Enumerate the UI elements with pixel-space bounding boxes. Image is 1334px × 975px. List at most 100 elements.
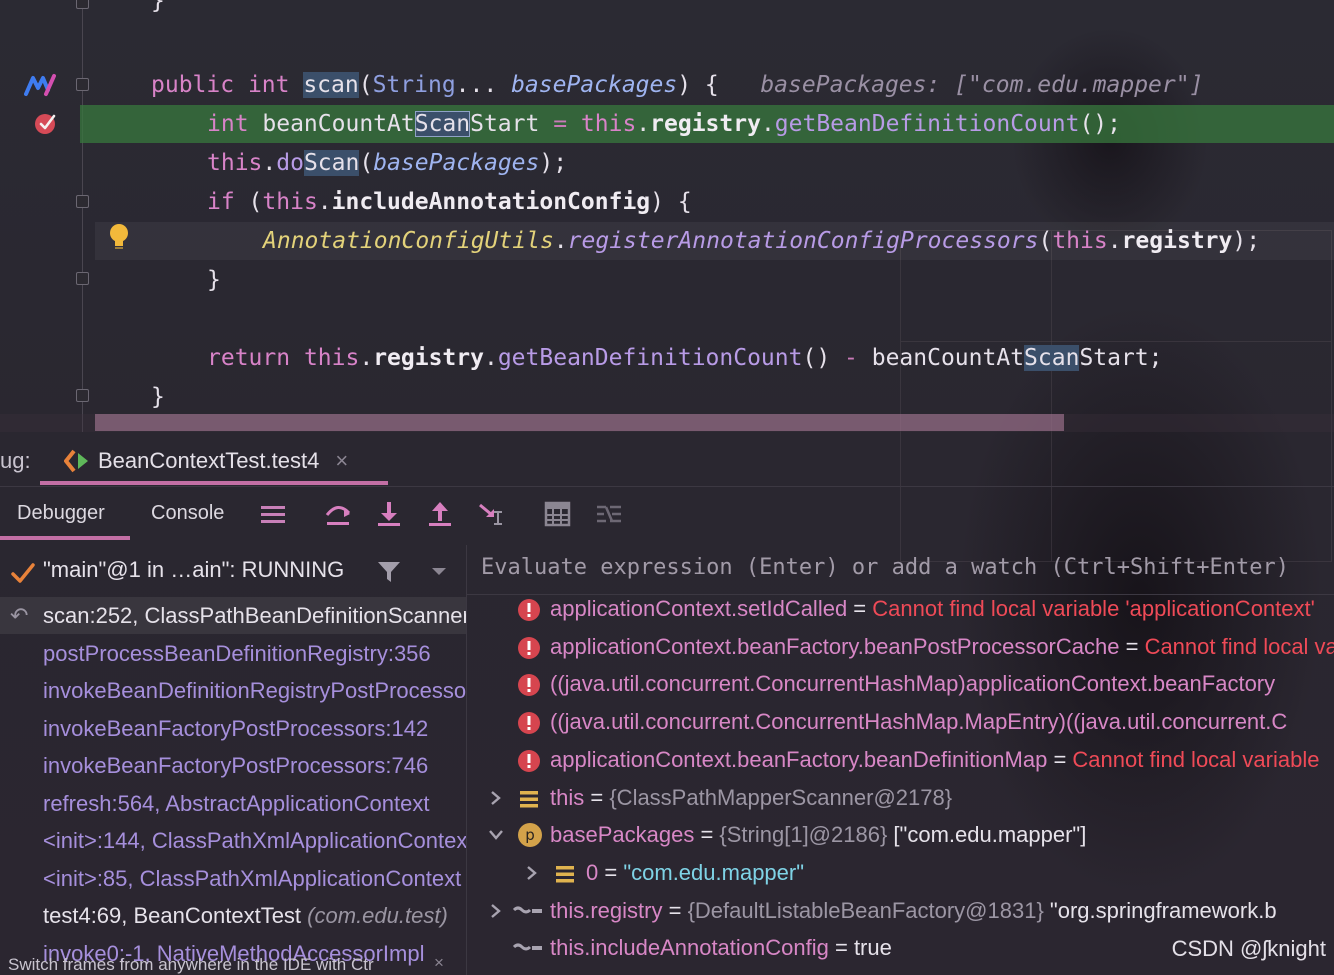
variable-row[interactable]: this = {ClassPathMapperScanner@2178} xyxy=(467,779,1334,816)
variable-text: applicationContext.beanFactory.beanDefin… xyxy=(550,741,1319,778)
fold-marker-icon[interactable] xyxy=(76,0,89,9)
variable-value: ["com.edu.mapper"] xyxy=(887,822,1087,848)
watermark-text: CSDN @ʃknight xyxy=(1171,936,1326,961)
stack-frame-item[interactable]: ↶ scan:252, ClassPathBeanDefinitionScanne… xyxy=(0,597,466,634)
variable-equals: = xyxy=(847,596,873,621)
step-into-icon[interactable] xyxy=(374,499,404,529)
stack-frame-label: postProcessBeanDefinitionRegistry:356 xyxy=(43,640,431,666)
stack-frame-item[interactable]: invokeBeanFactoryPostProcessors:746 xyxy=(0,747,466,784)
variable-value: Cannot find local variable 'applicationC… xyxy=(872,596,1315,621)
evaluate-expression-icon[interactable] xyxy=(543,499,573,529)
code-token: ( xyxy=(248,189,263,215)
error-icon xyxy=(517,671,541,702)
stack-frame-item[interactable]: test4:69, BeanContextTest (com.edu.test) xyxy=(0,897,466,934)
variable-row[interactable]: this.registry = {DefaultListableBeanFact… xyxy=(467,892,1334,929)
code-token: String xyxy=(372,72,456,98)
field-icon xyxy=(517,785,541,816)
variable-text: basePackages = {String[1]@2186} ["com.ed… xyxy=(550,816,1086,853)
code-line: AnnotationConfigUtils.registerAnnotation… xyxy=(263,222,1260,260)
tab-debugger[interactable]: Debugger xyxy=(17,502,105,525)
fold-marker-icon[interactable] xyxy=(76,78,89,91)
chevron-right-icon[interactable] xyxy=(523,854,541,891)
variable-text: ((java.util.concurrent.ConcurrentHashMap… xyxy=(550,665,1275,702)
code-token: - xyxy=(844,345,872,371)
variable-row[interactable]: applicationContext.beanFactory.beanDefin… xyxy=(467,741,1334,778)
close-tab-icon[interactable]: × xyxy=(335,448,348,474)
run-to-cursor-icon[interactable] xyxy=(476,499,506,529)
variable-row[interactable]: applicationContext.beanFactory.beanPostP… xyxy=(467,628,1334,665)
code-token: int xyxy=(247,72,304,98)
code-line: this.doScan(basePackages); xyxy=(207,144,567,182)
code-token: . xyxy=(1107,228,1122,254)
param-icon: p xyxy=(517,822,543,853)
stack-frame-label: <init>:85, ClassPathXmlApplicationContex… xyxy=(43,865,462,891)
variable-text: this = {ClassPathMapperScanner@2178} xyxy=(550,779,952,816)
stack-frame-item[interactable]: <init>:144, ClassPathXmlApplicationConte… xyxy=(0,822,466,859)
stack-frame-item[interactable]: refresh:564, AbstractApplicationContext xyxy=(0,785,466,822)
code-editor[interactable]: } public int scan(String... basePackages… xyxy=(0,0,1334,432)
fold-marker-icon[interactable] xyxy=(76,195,89,208)
fold-marker-icon[interactable] xyxy=(76,272,89,285)
lightbulb-icon[interactable] xyxy=(107,223,131,251)
variable-text: ((java.util.concurrent.ConcurrentHashMap… xyxy=(550,703,1287,740)
layout-menu-icon[interactable] xyxy=(258,499,288,529)
code-token: ) { xyxy=(677,72,747,98)
variable-value: "com.edu.mapper" xyxy=(623,859,805,885)
code-token: public xyxy=(151,72,248,98)
svg-text:p: p xyxy=(525,826,535,844)
code-token: ( xyxy=(359,150,374,176)
chevron-down-icon[interactable] xyxy=(487,816,505,853)
code-line: } xyxy=(207,261,221,299)
variable-equals: = xyxy=(584,784,610,810)
chevron-down-icon[interactable] xyxy=(430,565,448,579)
stack-frame-item[interactable]: invokeBeanFactoryPostProcessors:142 xyxy=(0,710,466,747)
variable-row[interactable]: 0 = "com.edu.mapper" xyxy=(467,854,1334,891)
variable-name: 0 xyxy=(586,859,599,885)
step-over-icon[interactable] xyxy=(323,499,353,529)
chevron-right-icon[interactable] xyxy=(487,779,505,816)
code-token: registry xyxy=(373,345,484,371)
thread-label: "main"@1 in …ain": RUNNING xyxy=(43,557,345,582)
variable-name: applicationContext.beanFactory.beanPostP… xyxy=(550,633,1120,659)
stack-frame-item[interactable]: postProcessBeanDefinitionRegistry:356 xyxy=(0,635,466,672)
variable-row[interactable]: ((java.util.concurrent.ConcurrentHashMap… xyxy=(467,665,1334,702)
code-token: Scan xyxy=(414,111,471,137)
filter-icon[interactable] xyxy=(376,559,402,585)
chevron-right-icon[interactable] xyxy=(487,892,505,929)
variable-value: true xyxy=(853,935,892,961)
breakpoint-icon[interactable] xyxy=(34,111,58,135)
stack-frame-label: invokeBeanDefinitionRegistryPostProcesso… xyxy=(43,678,466,703)
stack-frame-label: test4:69, BeanContextTest (com.edu.test) xyxy=(43,903,448,928)
step-out-icon[interactable] xyxy=(425,499,455,529)
variable-row[interactable]: ((java.util.concurrent.ConcurrentHashMap… xyxy=(467,703,1334,740)
error-icon xyxy=(517,709,541,740)
code-token: Scan xyxy=(303,150,360,176)
code-token: registry xyxy=(1121,228,1233,254)
mybatis-implementation-icon[interactable] xyxy=(24,72,58,98)
run-config-tab[interactable]: BeanContextTest.test4 × xyxy=(64,448,348,474)
variable-equals: = xyxy=(694,822,720,848)
stack-frame-item[interactable]: invokeBeanDefinitionRegistryPostProcesso… xyxy=(0,672,466,709)
fold-marker-icon[interactable] xyxy=(76,389,89,402)
error-icon xyxy=(517,634,541,665)
stack-frame-item[interactable]: <init>:85, ClassPathXmlApplicationContex… xyxy=(0,860,466,897)
variable-text: this.includeAnnotationConfig = true xyxy=(550,929,892,966)
code-token: } xyxy=(151,384,165,410)
evaluate-expression-input[interactable]: Evaluate expression (Enter) or add a wat… xyxy=(467,545,1334,595)
variable-text: this.registry = {DefaultListableBeanFact… xyxy=(550,892,1277,929)
tab-console[interactable]: Console xyxy=(151,502,224,525)
code-token: Start; xyxy=(1079,345,1163,371)
variable-reference: {DefaultListableBeanFactory@1831} xyxy=(687,897,1044,923)
trace-stream-icon[interactable] xyxy=(594,499,624,529)
frames-tip-text: Switch frames from anywhere in the IDE w… xyxy=(8,955,444,974)
error-icon xyxy=(517,747,541,778)
frames-panel: "main"@1 in …ain": RUNNING ↶ scan:252, Cl… xyxy=(0,545,467,975)
variable-row[interactable]: applicationContext.setIdCalled = Cannot … xyxy=(467,590,1334,627)
horizontal-scrollbar-thumb[interactable] xyxy=(95,414,1064,431)
code-token: ( xyxy=(1038,228,1053,254)
return-arrow-icon: ↶ xyxy=(10,603,29,628)
code-token: . xyxy=(359,345,374,371)
variable-row[interactable]: p basePackages = {String[1]@2186} ["com.e… xyxy=(467,816,1334,853)
close-tip-icon[interactable]: × xyxy=(434,955,444,973)
thread-selector[interactable]: "main"@1 in …ain": RUNNING xyxy=(0,555,466,595)
